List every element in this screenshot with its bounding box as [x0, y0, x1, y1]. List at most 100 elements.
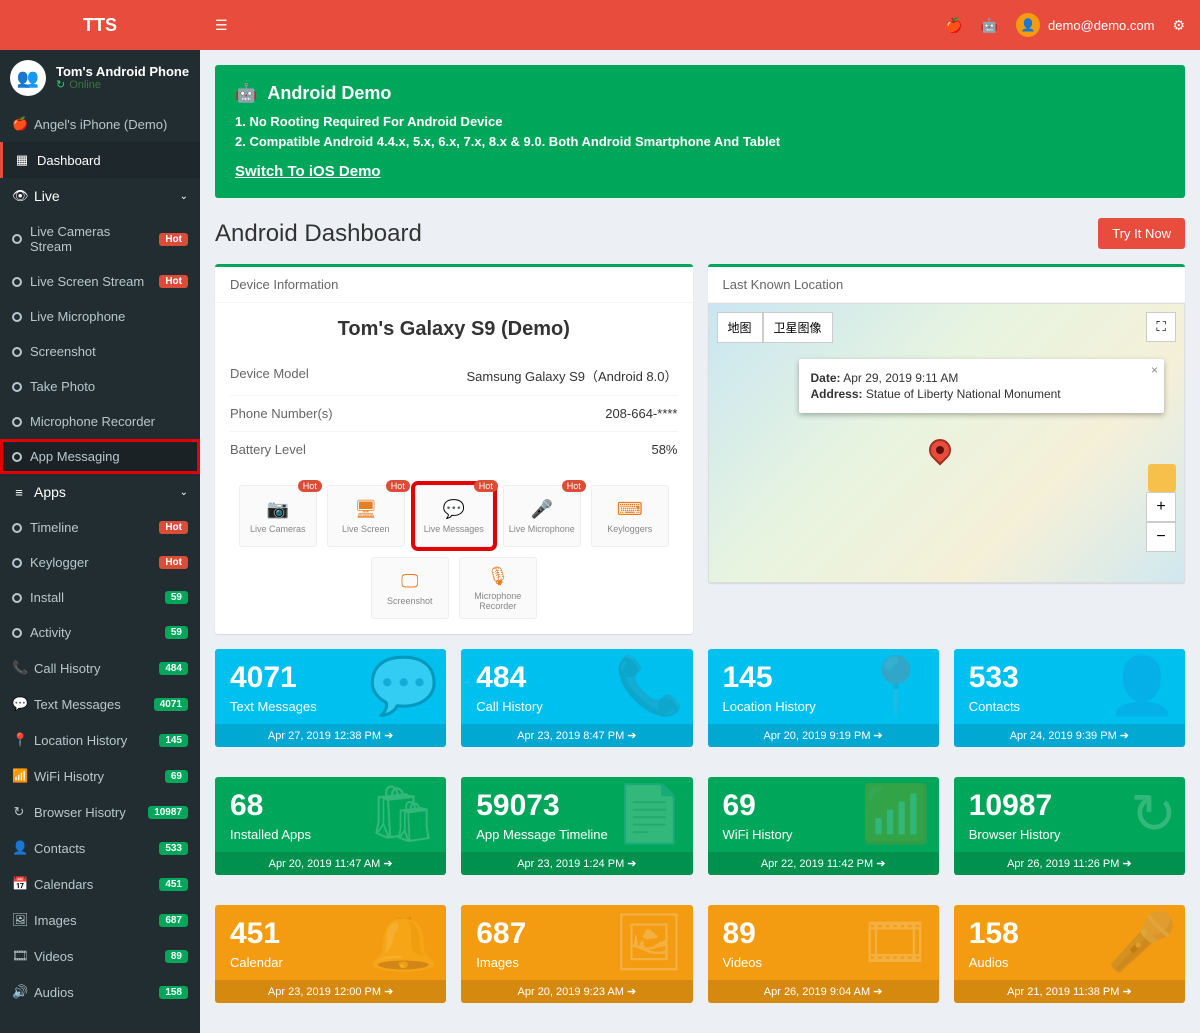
- badge: Hot: [159, 521, 188, 534]
- stat-box[interactable]: 533Contacts 👤 Apr 24, 2019 9:39 PM: [954, 649, 1185, 747]
- sidebar-item[interactable]: Screenshot: [0, 334, 200, 369]
- sidebar-header-apps[interactable]: ≡Apps⌄: [0, 474, 200, 510]
- info-label: Battery Level: [230, 442, 306, 457]
- nav-icon: 📞: [12, 660, 26, 676]
- try-it-button[interactable]: Try It Now: [1098, 218, 1185, 249]
- sidebar-item[interactable]: Take Photo: [0, 369, 200, 404]
- info-label: Date:: [811, 371, 841, 385]
- device-title: Tom's Galaxy S9 (Demo): [230, 318, 678, 341]
- stat-footer[interactable]: Apr 26, 2019 11:26 PM: [954, 852, 1185, 875]
- android-icon[interactable]: 🤖: [981, 17, 998, 34]
- zoom-out-button[interactable]: −: [1146, 522, 1176, 552]
- sidebar-item[interactable]: Microphone Recorder: [0, 404, 200, 439]
- fullscreen-icon[interactable]: ⛶: [1146, 312, 1176, 342]
- stat-footer[interactable]: Apr 20, 2019 9:19 PM: [708, 724, 939, 747]
- topbar-user[interactable]: 👤 demo@demo.com: [1016, 13, 1154, 37]
- sidebar-label: Dashboard: [37, 153, 101, 168]
- sidebar-item[interactable]: 📞Call Hisotry484: [0, 650, 200, 686]
- hamburger-icon[interactable]: ☰: [215, 17, 228, 34]
- sidebar-item[interactable]: Activity59: [0, 615, 200, 650]
- stat-box[interactable]: 158Audios 🎤 Apr 21, 2019 11:38 PM: [954, 905, 1185, 1003]
- stat-box[interactable]: 68Installed Apps 🛍 Apr 20, 2019 11:47 AM: [215, 777, 446, 875]
- stat-box[interactable]: 59073App Message Timeline 📄 Apr 23, 2019…: [461, 777, 692, 875]
- stat-footer[interactable]: Apr 24, 2019 9:39 PM: [954, 724, 1185, 747]
- stat-box[interactable]: 451Calendar 🔔 Apr 23, 2019 12:00 PM: [215, 905, 446, 1003]
- sidebar-item[interactable]: 📅Calendars451: [0, 866, 200, 902]
- map-type-button[interactable]: 地图: [717, 312, 763, 343]
- sidebar-item[interactable]: KeyloggerHot: [0, 545, 200, 580]
- quick-tile[interactable]: ⌨Keyloggers: [591, 485, 669, 547]
- tile-label: Live Microphone: [509, 524, 575, 534]
- tile-label: Keyloggers: [607, 524, 652, 534]
- stat-footer[interactable]: Apr 22, 2019 11:42 PM: [708, 852, 939, 875]
- sidebar-item-dashboard[interactable]: ▦Dashboard: [0, 142, 200, 178]
- stat-icon: 📶: [861, 781, 931, 847]
- sidebar-header-live[interactable]: 👁Live⌄: [0, 178, 200, 214]
- quick-tile[interactable]: Hot💬Live Messages: [415, 485, 493, 547]
- stat-box[interactable]: 687Images 🖼 Apr 20, 2019 9:23 AM: [461, 905, 692, 1003]
- sidebar-label: WiFi Hisotry: [34, 769, 104, 784]
- close-icon[interactable]: ×: [1151, 363, 1158, 377]
- stat-icon: 🎤: [1107, 909, 1177, 975]
- sidebar-label: Browser Hisotry: [34, 805, 126, 820]
- apple-icon[interactable]: 🍎: [945, 17, 962, 34]
- stat-footer[interactable]: Apr 23, 2019 8:47 PM: [461, 724, 692, 747]
- sidebar-label: Timeline: [30, 520, 79, 535]
- hot-badge: Hot: [386, 480, 410, 492]
- sidebar-item[interactable]: Live Microphone: [0, 299, 200, 334]
- sidebar-item-demo-iphone[interactable]: 🍎Angel's iPhone (Demo): [0, 106, 200, 142]
- stat-footer[interactable]: Apr 27, 2019 12:38 PM: [215, 724, 446, 747]
- sidebar-item[interactable]: 👤Contacts533: [0, 830, 200, 866]
- sidebar-item[interactable]: 📶WiFi Hisotry69: [0, 758, 200, 794]
- stat-box[interactable]: 89Videos 🎞 Apr 26, 2019 9:04 AM: [708, 905, 939, 1003]
- quick-tile[interactable]: 🎙Microphone Recorder: [459, 557, 537, 619]
- stat-box[interactable]: 10987Browser History ↻ Apr 26, 2019 11:2…: [954, 777, 1185, 875]
- stat-footer[interactable]: Apr 26, 2019 9:04 AM: [708, 980, 939, 1003]
- sidebar-item[interactable]: 💬Text Messages4071: [0, 686, 200, 722]
- stat-footer[interactable]: Apr 23, 2019 12:00 PM: [215, 980, 446, 1003]
- circle-icon: [12, 234, 22, 244]
- page-title: Android Dashboard: [215, 220, 422, 248]
- stat-icon: 💬: [369, 653, 439, 719]
- stat-box[interactable]: 145Location History 📍 Apr 20, 2019 9:19 …: [708, 649, 939, 747]
- sidebar-item[interactable]: 🔊Audios158: [0, 974, 200, 1010]
- stat-footer[interactable]: Apr 21, 2019 11:38 PM: [954, 980, 1185, 1003]
- sidebar-item[interactable]: Live Cameras StreamHot: [0, 214, 200, 264]
- stat-footer[interactable]: Apr 23, 2019 1:24 PM: [461, 852, 692, 875]
- sidebar-item[interactable]: 📍Location History145: [0, 722, 200, 758]
- sidebar-item[interactable]: ↻ Browser Hisotry 10987: [0, 794, 200, 830]
- badge: 10987: [148, 806, 188, 819]
- tile-icon: 🖵: [401, 571, 418, 592]
- stat-footer[interactable]: Apr 20, 2019 9:23 AM: [461, 980, 692, 1003]
- brand-logo[interactable]: TTS: [0, 0, 200, 50]
- stat-box[interactable]: 4071Text Messages 💬 Apr 27, 2019 12:38 P…: [215, 649, 446, 747]
- settings-icon[interactable]: ⚙: [1172, 17, 1185, 34]
- stat-footer[interactable]: Apr 20, 2019 11:47 AM: [215, 852, 446, 875]
- pegman-icon[interactable]: [1148, 464, 1176, 492]
- quick-tile[interactable]: Hot📷Live Cameras: [239, 485, 317, 547]
- badge: 145: [159, 734, 188, 747]
- quick-tile[interactable]: 🖵Screenshot: [371, 557, 449, 619]
- sidebar-item[interactable]: 🎞Videos89: [0, 938, 200, 974]
- stat-box[interactable]: 69WiFi History 📶 Apr 22, 2019 11:42 PM: [708, 777, 939, 875]
- zoom-in-button[interactable]: +: [1146, 492, 1176, 522]
- stat-box[interactable]: 484Call History 📞 Apr 23, 2019 8:47 PM: [461, 649, 692, 747]
- stat-icon: 🛍: [367, 781, 438, 847]
- circle-icon: [12, 347, 22, 357]
- sidebar-item[interactable]: 🖼Images687: [0, 902, 200, 938]
- map[interactable]: 地图 卫星图像 ⛶ + − × Date: Apr 29, 2: [708, 303, 1186, 583]
- quick-tile[interactable]: Hot🎤Live Microphone: [503, 485, 581, 547]
- sidebar-label: Location History: [34, 733, 127, 748]
- sidebar-item[interactable]: Install59: [0, 580, 200, 615]
- map-satellite-button[interactable]: 卫星图像: [763, 312, 833, 343]
- badge: Hot: [159, 275, 188, 288]
- sidebar-label: Keylogger: [30, 555, 89, 570]
- sidebar-item[interactable]: App Messaging: [0, 439, 200, 474]
- sidebar-item[interactable]: Live Screen StreamHot: [0, 264, 200, 299]
- callout-line: 1. No Rooting Required For Android Devic…: [235, 112, 1165, 132]
- quick-tile[interactable]: Hot🖥Live Screen: [327, 485, 405, 547]
- nav-icon: ↻: [12, 804, 26, 820]
- switch-demo-link[interactable]: Switch To iOS Demo: [235, 163, 381, 180]
- sidebar-item[interactable]: Timeline Hot: [0, 510, 200, 545]
- badge: 451: [159, 878, 188, 891]
